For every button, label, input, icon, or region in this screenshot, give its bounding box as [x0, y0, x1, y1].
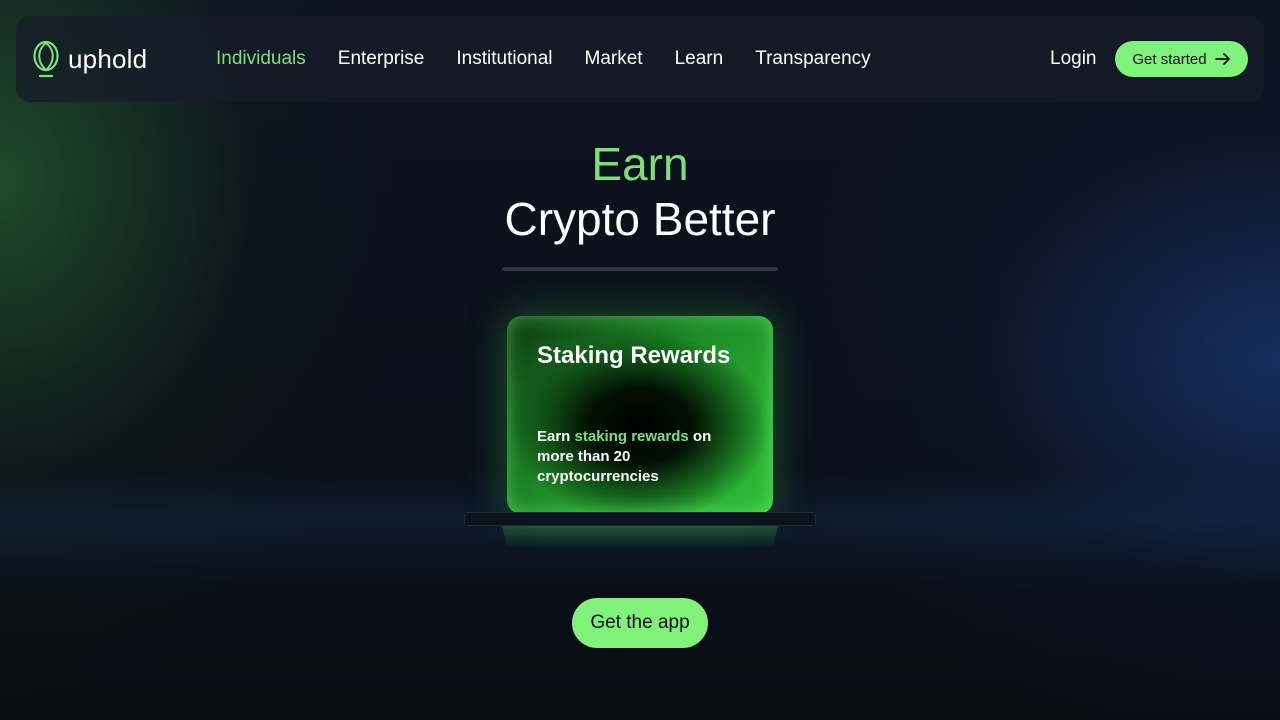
get-the-app-button[interactable]: Get the app — [572, 598, 708, 648]
get-started-label: Get started — [1132, 50, 1207, 68]
hero-title-highlight: Earn — [591, 138, 689, 190]
nav-item-institutional[interactable]: Institutional — [456, 48, 552, 70]
hero-underline — [502, 267, 778, 271]
page: uphold Individuals Enterprise Institutio… — [0, 0, 1280, 720]
brand-logo[interactable]: uphold — [32, 38, 147, 80]
arrow-right-icon — [1214, 53, 1230, 65]
staking-card-panel: Staking Rewards Earn staking rewards on … — [507, 316, 773, 514]
nav-item-enterprise[interactable]: Enterprise — [338, 48, 425, 70]
nav-item-learn[interactable]: Learn — [675, 48, 724, 70]
nav-item-transparency[interactable]: Transparency — [755, 48, 870, 70]
main-nav: Individuals Enterprise Institutional Mar… — [216, 16, 903, 102]
brand-name: uphold — [68, 43, 148, 74]
top-navbar: uphold Individuals Enterprise Institutio… — [16, 16, 1264, 102]
card-title: Staking Rewards — [537, 342, 731, 369]
get-started-button[interactable]: Get started — [1115, 41, 1248, 77]
login-link[interactable]: Login — [1050, 16, 1097, 102]
staking-card: Staking Rewards Earn staking rewards on … — [507, 316, 773, 514]
card-body-highlight: staking rewards — [574, 428, 689, 445]
nav-item-market[interactable]: Market — [585, 48, 643, 70]
nav-item-individuals[interactable]: Individuals — [216, 48, 306, 70]
card-reflection — [502, 526, 778, 548]
card-shelf — [464, 512, 816, 526]
card-description: Earn staking rewards on more than 20 cry… — [537, 427, 737, 487]
uphold-leaf-icon — [33, 40, 59, 78]
card-body-prefix: Earn — [537, 428, 575, 445]
hero-title: Crypto Better — [504, 193, 776, 245]
